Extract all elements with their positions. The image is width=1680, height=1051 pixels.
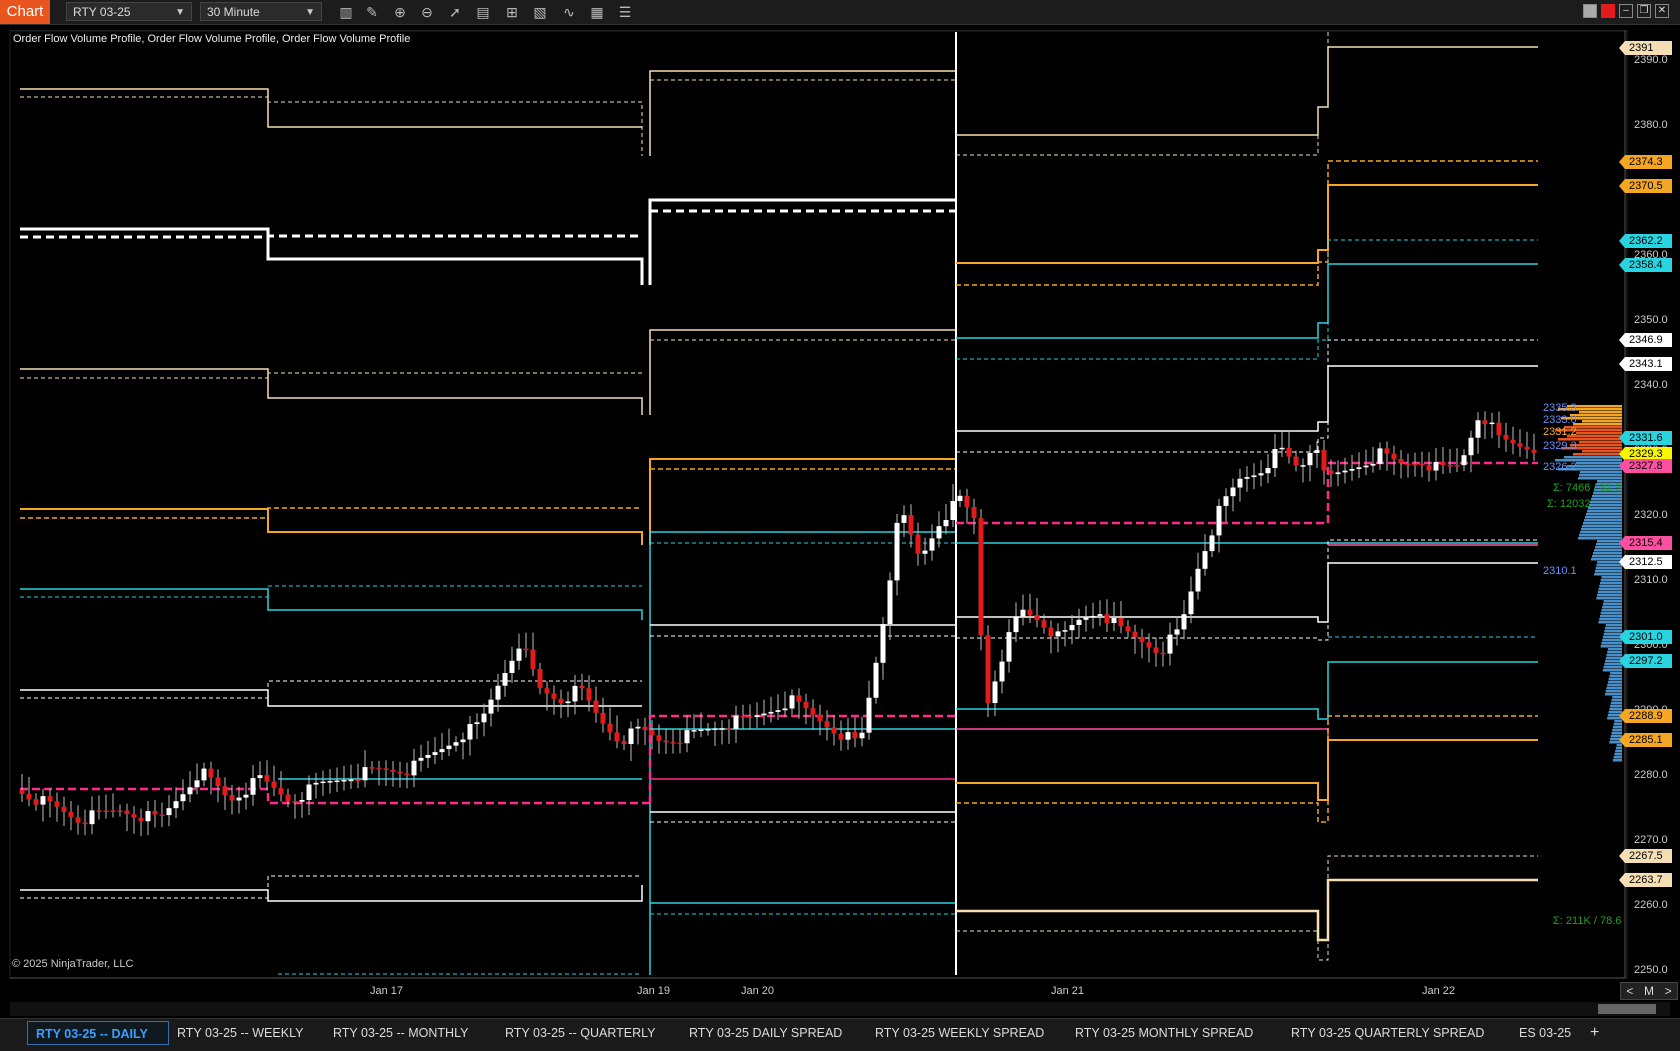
scroll-nav: < M > bbox=[1620, 982, 1678, 1000]
tab-rty-quarterly[interactable]: RTY 03-25 -- QUARTERLY bbox=[505, 1021, 656, 1045]
y-tick-label: 2340.0 bbox=[1634, 379, 1668, 391]
tab-rty-daily-spread[interactable]: RTY 03-25 DAILY SPREAD bbox=[689, 1021, 842, 1045]
tab-rty-daily[interactable]: RTY 03-25 -- DAILY bbox=[27, 1021, 169, 1045]
x-tick-label: Jan 17 bbox=[370, 985, 404, 997]
candlestick-series bbox=[19, 411, 1537, 837]
y-tick-label: 2320.0 bbox=[1634, 509, 1668, 521]
price-marker-label: 2343.1 bbox=[1619, 357, 1672, 371]
y-tick-label: 2380.0 bbox=[1634, 119, 1668, 131]
y-tick-label: 2250.0 bbox=[1634, 964, 1668, 976]
y-tick-label: 2310.0 bbox=[1634, 574, 1668, 586]
profile-value-label: 2329.3 bbox=[1543, 440, 1577, 452]
profile-value-label: 2331.2 bbox=[1543, 426, 1577, 438]
x-tick-label: Jan 20 bbox=[741, 985, 775, 997]
price-marker-label: 2358.4 bbox=[1619, 258, 1672, 272]
y-tick-label: 2260.0 bbox=[1634, 899, 1668, 911]
price-marker-label: 2391 bbox=[1619, 41, 1672, 55]
tab-rty-monthly-spread[interactable]: RTY 03-25 MONTHLY SPREAD bbox=[1075, 1021, 1253, 1045]
price-marker-label: 2263.7 bbox=[1619, 873, 1672, 887]
profile-value-label: Σ: 7466 / 31.9 bbox=[1553, 482, 1621, 494]
y-tick-label: 2390.0 bbox=[1634, 54, 1668, 66]
copyright-notice: © 2025 NinjaTrader, LLC bbox=[12, 958, 134, 970]
price-marker-label: 2297.2 bbox=[1619, 654, 1672, 668]
profile-value-label: Σ: 12032 bbox=[1547, 498, 1591, 510]
x-tick-label: Jan 21 bbox=[1051, 985, 1085, 997]
price-marker-label: 2331.6 bbox=[1619, 431, 1672, 445]
profile-value-label: 2335.3 bbox=[1543, 402, 1577, 414]
price-marker-label: 2374.3 bbox=[1619, 155, 1672, 169]
price-marker-label: 2288.9 bbox=[1619, 709, 1672, 723]
x-tick-label: Jan 19 bbox=[637, 985, 671, 997]
price-marker-label: 2285.1 bbox=[1619, 733, 1672, 747]
price-marker-label: 2370.5 bbox=[1619, 179, 1672, 193]
y-tick-label: 2350.0 bbox=[1634, 314, 1668, 326]
x-tick-label: Jan 22 bbox=[1422, 985, 1456, 997]
y-tick-label: 2270.0 bbox=[1634, 834, 1668, 846]
profile-levels-segment-1 bbox=[20, 88, 650, 975]
price-marker-label: 2301.0 bbox=[1619, 630, 1672, 644]
price-marker-label: 2312.5 bbox=[1619, 555, 1672, 569]
add-tab-button[interactable]: + bbox=[1590, 1021, 1599, 1045]
profile-levels-segment-3 bbox=[955, 32, 1538, 975]
scroll-right-button[interactable]: > bbox=[1665, 984, 1672, 998]
scrollbar-thumb[interactable] bbox=[1598, 1004, 1656, 1014]
tab-rty-weekly-spread[interactable]: RTY 03-25 WEEKLY SPREAD bbox=[875, 1021, 1044, 1045]
price-marker-label: 2327.8 bbox=[1619, 459, 1672, 473]
mode-button[interactable]: M bbox=[1644, 984, 1654, 998]
scroll-left-button[interactable]: < bbox=[1626, 984, 1633, 998]
price-marker-label: 2267.5 bbox=[1619, 849, 1672, 863]
tab-rty-monthly[interactable]: RTY 03-25 -- MONTHLY bbox=[333, 1021, 468, 1045]
price-marker-label: 2346.9 bbox=[1619, 333, 1672, 347]
profile-value-label: 2333.0 bbox=[1543, 414, 1577, 426]
price-chart[interactable] bbox=[0, 0, 1680, 1000]
horizontal-scrollbar[interactable] bbox=[10, 1002, 1670, 1016]
price-marker-label: 2315.4 bbox=[1619, 536, 1672, 550]
chart-title: Order Flow Volume Profile, Order Flow Vo… bbox=[13, 33, 411, 45]
tab-rty-weekly[interactable]: RTY 03-25 -- WEEKLY bbox=[177, 1021, 303, 1045]
profile-value-label: 2326.2 bbox=[1543, 461, 1577, 473]
tab-rty-quarterly-spread[interactable]: RTY 03-25 QUARTERLY SPREAD bbox=[1291, 1021, 1484, 1045]
volume-profile-histogram bbox=[1555, 405, 1622, 762]
profile-value-label: 2310.1 bbox=[1543, 565, 1577, 577]
y-tick-label: 2280.0 bbox=[1634, 769, 1668, 781]
price-marker-label: 2362.2 bbox=[1619, 234, 1672, 248]
tab-es[interactable]: ES 03-25 bbox=[1519, 1021, 1571, 1045]
profile-value-label: Σ: 211K / 78.6 bbox=[1553, 915, 1622, 927]
